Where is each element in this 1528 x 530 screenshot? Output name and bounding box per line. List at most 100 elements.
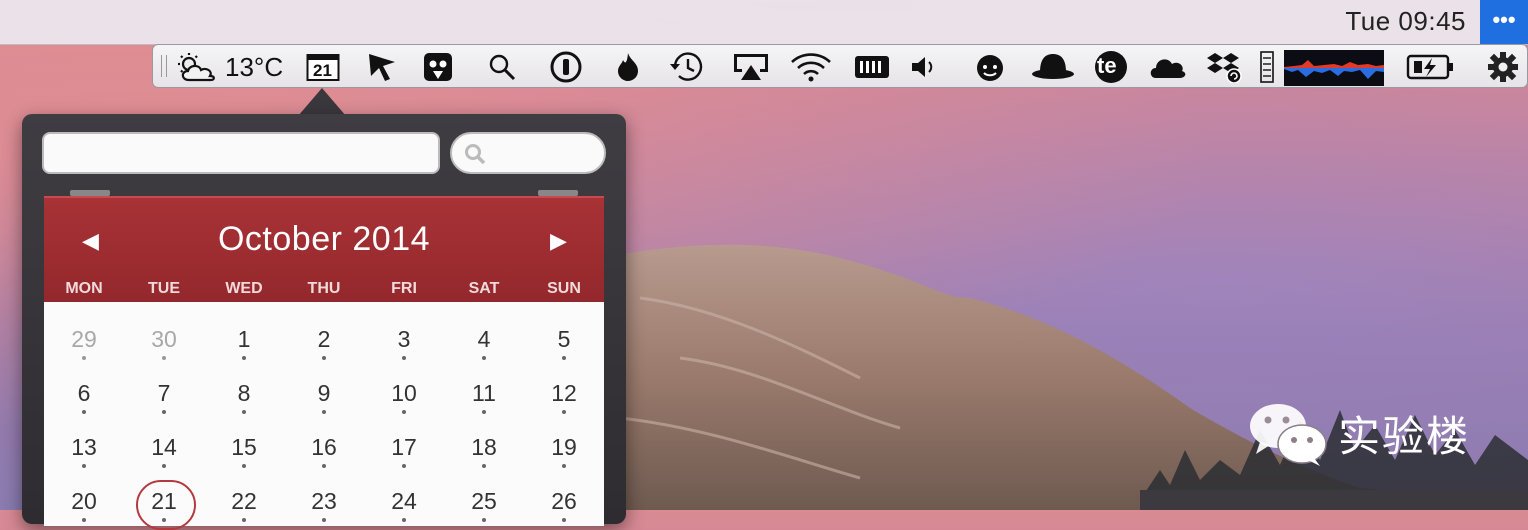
owl-icon [424,53,452,81]
day-cell[interactable]: 22 [204,488,284,515]
wifi-icon [791,53,831,82]
popover-pointer [298,88,346,116]
network-graph-icon [1284,50,1384,86]
weekday-label: FRI [391,280,417,297]
day-cell[interactable]: 16 [284,434,364,461]
wechat-icon [1250,404,1327,466]
event-dot [482,410,486,414]
event-dot [402,410,406,414]
drag-handle[interactable] [161,55,167,77]
weather-partly-cloudy-icon [178,53,215,82]
day-cell[interactable]: 23 [284,488,364,515]
time-machine-icon [670,52,703,81]
event-dot [562,356,566,360]
day-cell[interactable]: 11 [444,380,524,407]
battery-meter-menu-item[interactable] [853,52,891,82]
day-cell[interactable]: 15 [204,434,284,461]
day-cell[interactable]: 25 [444,488,524,515]
more-button[interactable]: ••• [1480,0,1528,44]
watermark: 实验楼 [1246,398,1470,468]
month-title: October 2014 [217,220,431,258]
memory-icon [1260,51,1274,83]
cloud-menu-item[interactable] [1147,52,1187,82]
calendar-icon-day: 21 [313,61,332,80]
day-cell[interactable]: 8 [204,380,284,407]
owl-menu-item[interactable] [421,52,455,82]
airplay-menu-item[interactable] [731,52,771,82]
weekday-label: SUN [547,280,581,297]
wifi-menu-item[interactable] [789,52,833,82]
event-dot [322,356,326,360]
te-menu-item[interactable]: te [1091,51,1131,83]
weather-temperature: 13°C [225,51,284,82]
search-field-icon [465,144,486,165]
volume-menu-item[interactable] [909,52,939,82]
cursor-menu-item[interactable] [365,52,399,82]
search-menu-item[interactable] [485,52,519,82]
time-machine-menu-item[interactable] [667,52,707,82]
day-cell[interactable]: 29 [44,326,124,353]
network-graph-menu-item[interactable] [1283,50,1385,86]
weather-item[interactable]: 13°C [175,52,283,82]
event-dot [82,464,86,468]
flame-icon [618,53,638,81]
day-cell[interactable]: 14 [124,434,204,461]
event-dot [322,410,326,414]
search-field[interactable] [450,132,606,174]
hat-menu-item[interactable] [1029,52,1077,82]
day-cell[interactable]: 13 [44,434,124,461]
next-month-button[interactable]: ▶ [550,228,567,254]
settings-menu-item[interactable] [1485,52,1521,82]
te-icon-label: te [1097,53,1117,78]
calendar: ◀ October 2014 ▶ MON TUE WED THU FRI SAT SUN 2… [44,196,604,530]
face-menu-item[interactable] [973,52,1007,82]
day-cell[interactable]: 18 [444,434,524,461]
event-dot [562,518,566,522]
day-cell[interactable]: 9 [284,380,364,407]
event-input[interactable] [42,132,440,174]
day-cell[interactable]: 7 [124,380,204,407]
search-input[interactable] [492,140,596,168]
event-dot [482,356,486,360]
onepassword-icon [550,51,582,83]
memory-menu-item[interactable] [1257,51,1277,83]
day-cell[interactable]: 1 [204,326,284,353]
day-cell[interactable]: 12 [524,380,604,407]
day-cell[interactable]: 30 [124,326,204,353]
day-cell[interactable]: 5 [524,326,604,353]
cloud-icon [1150,59,1186,78]
day-cell[interactable]: 6 [44,380,124,407]
dropbox-menu-item[interactable] [1205,52,1245,83]
day-cell[interactable]: 10 [364,380,444,407]
cursor-icon [369,54,395,81]
day-cell[interactable]: 19 [524,434,604,461]
onepassword-menu-item[interactable] [549,51,583,83]
calendar-header: ◀ October 2014 ▶ MON TUE WED THU FRI SAT SUN [44,196,604,302]
face-icon [977,55,1003,81]
weekday-label: THU [307,280,341,297]
flame-menu-item[interactable] [613,52,643,82]
day-cell[interactable]: 17 [364,434,444,461]
day-cell[interactable]: 26 [524,488,604,515]
event-dot [242,410,246,414]
day-cell[interactable]: 20 [44,488,124,515]
event-dot [562,464,566,468]
weekday-label: TUE [148,280,180,297]
menubar-clock[interactable]: Tue 09:45 [1345,6,1466,37]
battery-meter-icon [855,56,889,78]
calendar-popover: ◀ October 2014 ▶ MON TUE WED THU FRI SAT SUN 2… [22,114,626,530]
event-dot [402,518,406,522]
event-dot [242,518,246,522]
watermark-text: 实验楼 [1338,412,1471,460]
event-dot [482,464,486,468]
calendar-menu-item[interactable]: 21 [303,52,343,82]
event-dot [322,518,326,522]
event-dot [82,356,86,360]
weekday-label: WED [225,280,263,297]
event-dot [322,464,326,468]
day-cell[interactable]: 2 [284,326,364,353]
day-cell[interactable]: 4 [444,326,524,353]
battery-charging-menu-item[interactable] [1405,52,1455,82]
day-cell[interactable]: 3 [364,326,444,353]
day-cell[interactable]: 24 [364,488,444,515]
